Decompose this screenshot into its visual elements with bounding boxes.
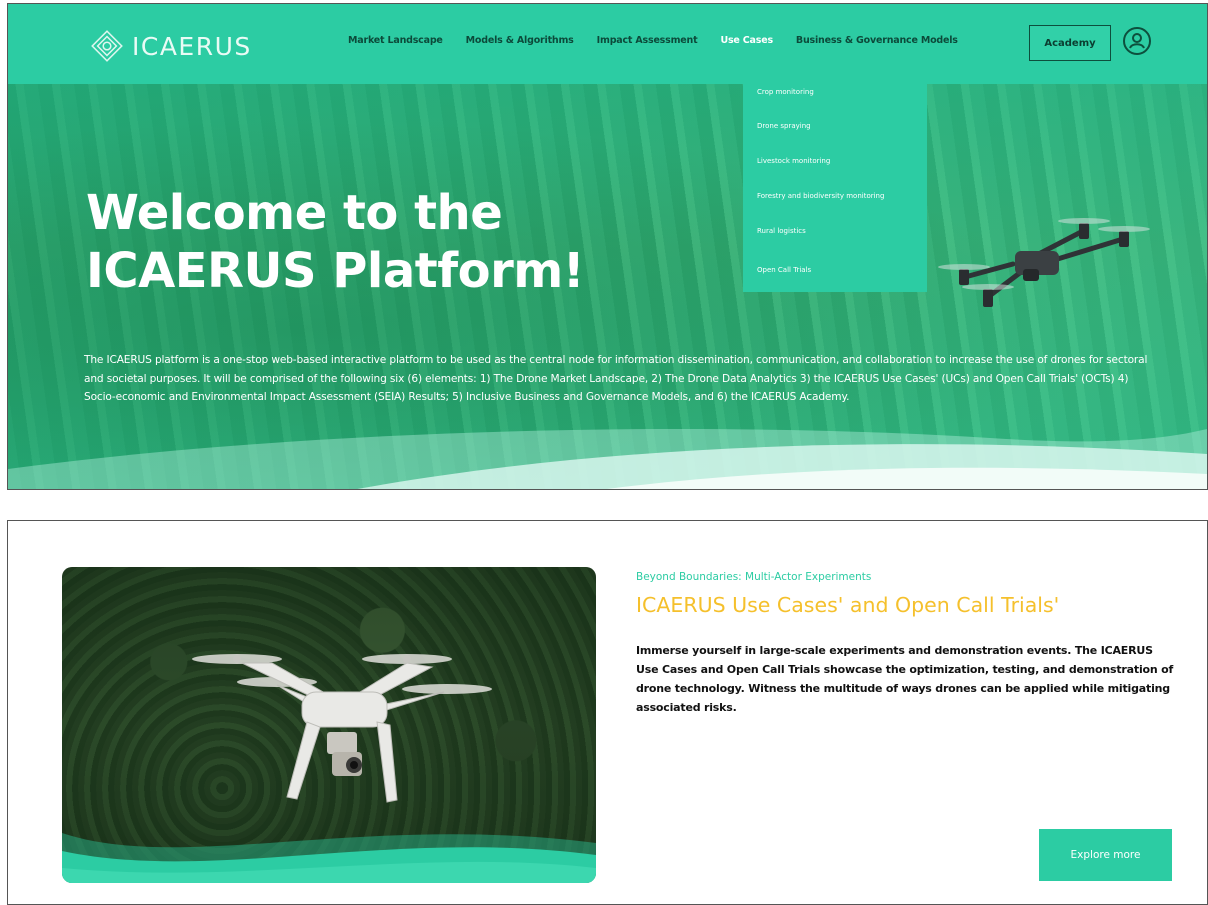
logo[interactable]: ICAERUS (88, 26, 252, 66)
nav-business-governance-models[interactable]: Business & Governance Models (796, 35, 958, 46)
dropdown-item-drone-spraying[interactable]: Drone spraying (757, 122, 811, 130)
nav-use-cases[interactable]: Use Cases (720, 35, 773, 46)
top-navbar: ICAERUS Market Landscape Models & Algori… (8, 4, 1207, 84)
section-body: Immerse yourself in large-scale experime… (636, 644, 1174, 714)
dropdown-item-livestock-monitoring[interactable]: Livestock monitoring (757, 157, 830, 165)
hero-drone-image (938, 218, 1150, 307)
logo-text: ICAERUS (132, 31, 252, 61)
academy-button[interactable]: Academy (1029, 25, 1111, 61)
dropdown-item-crop-monitoring[interactable]: Crop monitoring (757, 88, 814, 96)
hero-description: The ICAERUS platform is a one-stop web-b… (84, 354, 1148, 403)
dropdown-item-open-call-trials[interactable]: Open Call Trials (757, 266, 811, 274)
nav-market-landscape[interactable]: Market Landscape (348, 35, 443, 46)
card-wave-decoration (62, 833, 596, 883)
nav-impact-assessment[interactable]: Impact Assessment (597, 35, 698, 46)
section-kicker: Beyond Boundaries: Multi-Actor Experimen… (636, 571, 872, 583)
hero-section: ICAERUS Market Landscape Models & Algori… (7, 3, 1208, 490)
icaerus-logo-icon (91, 30, 123, 62)
explore-more-button[interactable]: Explore more (1039, 829, 1172, 881)
nav-models-algorithms[interactable]: Models & Algorithms (466, 35, 574, 46)
white-drone-image (192, 654, 492, 803)
forest-drone-image (62, 567, 596, 883)
main-nav: Market Landscape Models & Algorithms Imp… (348, 35, 981, 46)
user-circle-icon[interactable] (1122, 26, 1152, 56)
hero-title-line-1: Welcome to the (86, 185, 503, 241)
hero-wave-decoration (8, 429, 1207, 489)
use-cases-section: Beyond Boundaries: Multi-Actor Experimen… (7, 520, 1208, 905)
dropdown-item-rural-logistics[interactable]: Rural logistics (757, 227, 806, 235)
use-cases-dropdown-menu: Crop monitoring Drone spraying Livestock… (743, 84, 927, 292)
hero-title-line-2: ICAERUS Platform! (86, 243, 585, 299)
hero-title: Welcome to the ICAERUS Platform! (86, 184, 726, 300)
section-title: ICAERUS Use Cases' and Open Call Trials' (636, 593, 1060, 617)
dropdown-item-forestry-biodiversity[interactable]: Forestry and biodiversity monitoring (757, 192, 884, 200)
